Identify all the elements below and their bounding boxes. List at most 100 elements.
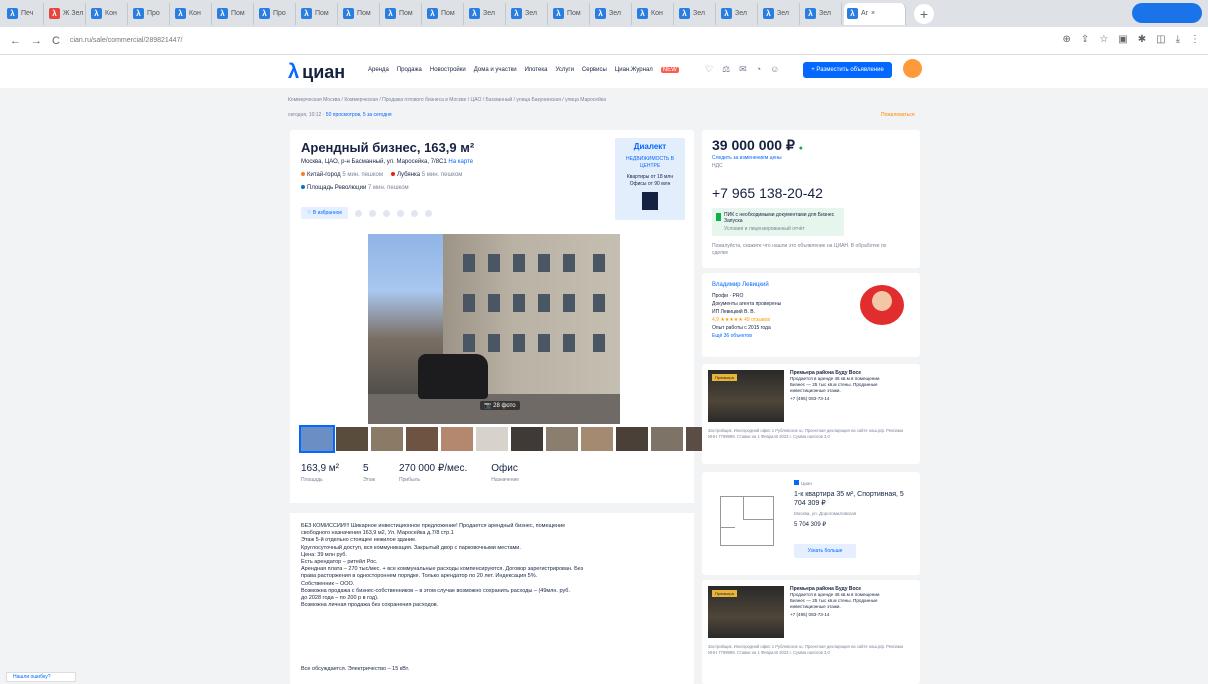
nav-item[interactable]: Ипотека [525,67,548,73]
promo-text: Премьера района Буду Восе Продается в ар… [790,586,908,618]
share-icon[interactable] [383,209,391,217]
download-icon[interactable] [369,209,377,217]
cian-logo[interactable]: λ циан [288,61,345,84]
browser-tab[interactable]: λ Пом [340,2,380,25]
ad-title: НЕДВИЖИМОСТЬ В ЦЕНТРЕ [625,156,675,169]
thumbnail[interactable] [406,427,438,451]
hide-icon[interactable] [411,209,419,217]
star-icon[interactable]: ☆ [1099,34,1108,45]
browser-tab[interactable]: λ Про [256,2,296,25]
thumbnail[interactable] [441,427,473,451]
nav-item[interactable]: Новостройки [430,67,466,73]
browser-tab[interactable]: λ Пом [214,2,254,25]
metro-name[interactable]: Площадь Революции [307,185,366,191]
browser-tab[interactable]: λ Пом [550,2,590,25]
map-link[interactable]: На карте [448,159,473,165]
forward-icon[interactable]: → [31,35,42,47]
tab-favicon-icon: λ [511,8,522,19]
breadcrumb[interactable]: Коммерческая Москва / Коммерческая / Про… [288,97,606,103]
promo-phone[interactable]: +7 (495) 083-73-14 [790,612,908,618]
nav-item[interactable]: Циан.Журнал [615,67,653,73]
nav-item[interactable]: Продажа [397,67,422,73]
thumbnail[interactable] [299,425,335,453]
print-icon[interactable] [397,209,405,217]
promo-phone[interactable]: +7 (495) 083-73-14 [790,396,908,402]
phone-number[interactable]: +7 965 138-20-42 [712,185,823,201]
browser-tab[interactable]: λ Пом [424,2,464,25]
user-avatar[interactable] [903,59,922,78]
browser-tab[interactable]: λЖ Зел [46,2,86,25]
browser-tab[interactable]: λ Зел [592,2,632,25]
thumbnail[interactable] [581,427,613,451]
browser-tab[interactable]: λ Про [130,2,170,25]
promo-card[interactable]: Премьера Премьера района Буду Восе Прода… [702,364,920,464]
price-watch-link[interactable]: Следить за изменением цены [712,155,782,161]
complain-link[interactable]: Пожаловаться [881,112,915,118]
browser-tab[interactable]: λ Зел [760,2,800,25]
browser-tab[interactable]: λ Зел [466,2,506,25]
zoom-icon[interactable]: ⊕ [1063,34,1071,45]
thumbnail[interactable] [546,427,578,451]
flat-more-button[interactable]: Узнать больше [794,544,856,558]
url-field[interactable]: cian.ru/sale/commercial/289821447/ [70,37,182,44]
browser-tab[interactable]: λ Кон [634,2,674,25]
browser-tab[interactable]: λ Печ [4,2,44,25]
favorite-button[interactable]: ♡ В избранное [301,207,349,219]
extension-icon[interactable]: ▣ [1118,34,1127,45]
report-icon[interactable] [425,209,433,217]
views-link[interactable]: 50 просмотров, 5 за сегодня [326,112,392,118]
thumbnail[interactable] [651,427,683,451]
new-tab-button[interactable]: + [914,3,934,24]
agent-detail[interactable]: Ещё 36 объектов [712,333,752,339]
promo-box[interactable]: ПИК с необходимыми документами для Бизне… [712,208,844,236]
user-icon[interactable]: ☺ [770,64,779,75]
main-photo[interactable]: 📷 28 фото [368,234,620,424]
compare-icon[interactable]: ⚖ [722,64,730,75]
share-icon[interactable]: ⇪ [1081,34,1089,45]
reload-icon[interactable]: C [52,35,60,47]
browser-tab[interactable]: λ Зел [718,2,758,25]
browser-tab-active[interactable]: λ Ar × [844,2,906,25]
metro-name[interactable]: Китай-город [307,172,341,178]
browser-tab[interactable]: λ Пом [382,2,422,25]
menu-icon[interactable]: ⋮ [1190,34,1200,45]
nav-item[interactable]: Сервисы [582,67,607,73]
thumbnail[interactable] [476,427,508,451]
agent-detail: Документы агента проверены [712,301,782,307]
notifications-icon[interactable]: ◔ [756,64,761,75]
listing-address[interactable]: Москва, ЦАО, р-н Басманный, ул. Маросейк… [301,159,473,165]
back-icon[interactable]: ← [10,35,21,47]
nav-item[interactable]: Услуги [555,67,573,73]
ad-banner[interactable]: Диалект НЕДВИЖИМОСТЬ В ЦЕНТРЕ Квартиры о… [615,138,685,220]
browser-profile-button[interactable] [1132,3,1202,23]
close-icon[interactable]: × [871,10,875,17]
thumbnail[interactable] [371,427,403,451]
thumbnail[interactable] [616,427,648,451]
browser-tab[interactable]: λ Кон [172,2,212,25]
photo-count[interactable]: 📷 28 фото [480,401,520,410]
flat-ad-card[interactable]: Циан 1-к квартира 35 м², Спортивная, 5 7… [702,472,920,575]
promo-card[interactable]: Премьера Премьера района Буду Восе Прода… [702,580,920,684]
download-icon[interactable]: ⤓ [1176,34,1180,45]
sidebar-icon[interactable]: ◫ [1156,34,1165,45]
browser-tab[interactable]: λ Кон [88,2,128,25]
browser-tab[interactable]: λ Зел [508,2,548,25]
browser-tab[interactable]: λ Пом [298,2,338,25]
compare-icon[interactable] [355,209,363,217]
browser-tab[interactable]: λ Зел [802,2,842,25]
thumbnail[interactable] [511,427,543,451]
messages-icon[interactable]: ✉ [739,64,747,75]
nav-promo-badge[interactable]: NEW [660,67,679,73]
nav-item[interactable]: Аренда [368,67,389,73]
nav-item[interactable]: Дома и участки [474,67,517,73]
browser-tab[interactable]: λ Зел [676,2,716,25]
price-trend-icon[interactable]: ● [799,145,803,152]
feedback-tag[interactable]: Нашли ошибку? [6,672,76,682]
metro-name[interactable]: Лубянка [397,172,420,178]
favorites-icon[interactable]: ♡ [705,64,713,75]
place-ad-button[interactable]: + Разместить объявление [803,62,892,78]
thumbnail[interactable] [336,427,368,451]
tab-title: Печ [21,10,34,17]
agent-name[interactable]: Владимир Левицкий [712,282,769,288]
puzzle-icon[interactable]: ✱ [1138,34,1146,45]
